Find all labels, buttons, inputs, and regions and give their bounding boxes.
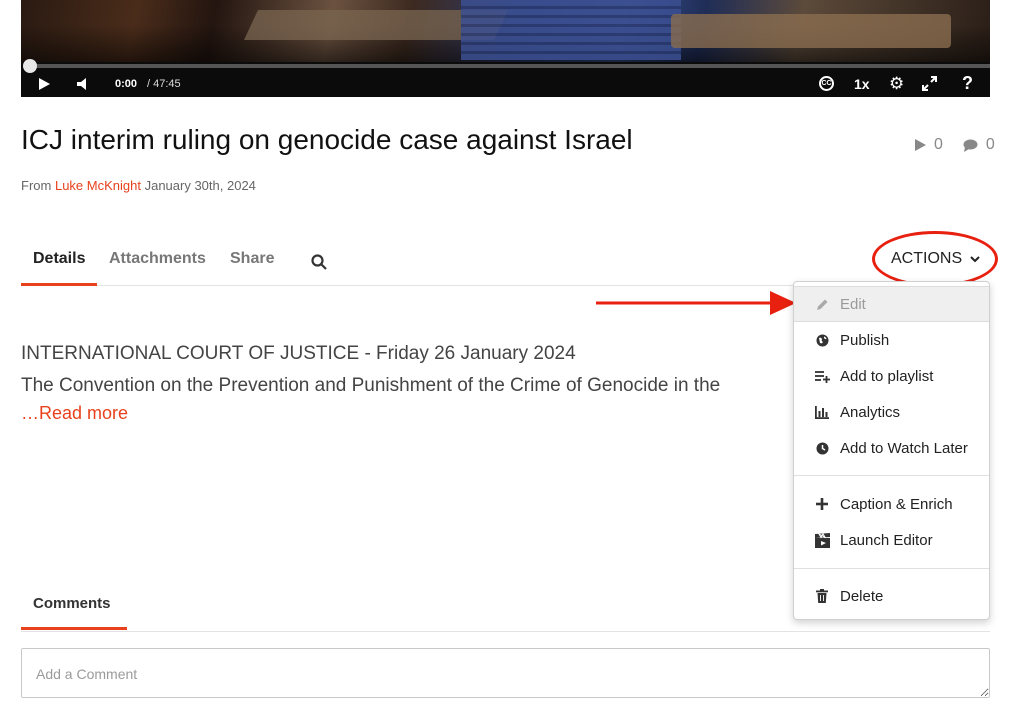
byline: From Luke McKnight January 30th, 2024	[21, 178, 256, 193]
play-icon	[39, 77, 50, 90]
bar-chart-icon	[814, 405, 830, 419]
plus-icon	[814, 498, 830, 510]
menu-item-label: Caption & Enrich	[840, 495, 953, 513]
comments-stat: 0	[963, 136, 995, 154]
search-icon	[311, 254, 327, 270]
menu-item-add-to-playlist[interactable]: Add to playlist	[794, 358, 989, 394]
video-scene-table	[671, 14, 951, 48]
playback-speed-button[interactable]: 1x	[854, 70, 870, 97]
media-title: ICJ interim ruling on genocide case agai…	[21, 124, 633, 155]
annotation-circle	[872, 231, 998, 287]
play-button[interactable]	[37, 70, 53, 97]
closed-captions-icon: CC	[819, 76, 834, 91]
fullscreen-icon	[922, 76, 937, 91]
description-line-1: INTERNATIONAL COURT OF JUSTICE - Friday …	[21, 343, 576, 364]
gear-icon: ⚙	[889, 73, 905, 93]
description-line-2: The Convention on the Prevention and Pun…	[21, 375, 721, 396]
media-tabs: Details Attachments Share	[21, 240, 990, 286]
video-scene-steps	[461, 0, 681, 60]
captions-button[interactable]: CC	[819, 70, 834, 97]
globe-icon	[814, 334, 830, 347]
tab-share[interactable]: Share	[230, 250, 274, 268]
media-description: INTERNATIONAL COURT OF JUSTICE - Friday …	[21, 338, 793, 402]
tab-attachments[interactable]: Attachments	[109, 250, 206, 268]
comments-tabs: Comments	[21, 584, 990, 632]
progress-bar[interactable]	[29, 64, 990, 68]
playlist-add-icon	[814, 370, 830, 383]
menu-item-caption-enrich[interactable]: Caption & Enrich	[794, 486, 989, 522]
tab-comments[interactable]: Comments	[33, 595, 111, 612]
volume-button[interactable]	[77, 70, 93, 97]
menu-item-label: Publish	[840, 331, 890, 349]
menu-item-label: Launch Editor	[840, 531, 933, 549]
from-label: From	[21, 178, 52, 193]
clapperboard-icon	[814, 532, 830, 548]
fullscreen-button[interactable]	[922, 70, 937, 97]
media-stats: 0 0	[914, 136, 995, 154]
read-more-link[interactable]: …Read more	[21, 403, 128, 424]
comment-icon	[963, 139, 978, 152]
menu-item-label: Add to playlist	[840, 367, 934, 385]
menu-item-analytics[interactable]: Analytics	[794, 394, 989, 430]
plays-count: 0	[934, 136, 943, 153]
help-icon: ?	[962, 73, 973, 93]
current-time: 0:00	[115, 77, 138, 90]
menu-divider	[794, 475, 989, 476]
total-time: / 47:45	[147, 77, 181, 90]
video-frame[interactable]	[21, 0, 990, 62]
clock-icon	[814, 442, 830, 455]
comments-count: 0	[985, 136, 995, 153]
active-tab-indicator	[21, 627, 127, 630]
comment-input[interactable]	[21, 648, 990, 698]
play-count-icon	[915, 139, 926, 151]
menu-item-launch-editor[interactable]: Launch Editor	[794, 522, 989, 558]
pencil-icon	[814, 298, 830, 311]
search-button[interactable]	[311, 254, 327, 275]
menu-item-edit[interactable]: Edit	[794, 286, 989, 322]
menu-item-label: Analytics	[840, 403, 901, 421]
video-player[interactable]: 0:00 / 47:45 CC 1x ⚙ ?	[21, 0, 990, 97]
player-controls: 0:00 / 47:45 CC 1x ⚙ ?	[21, 70, 990, 97]
help-button[interactable]: ?	[962, 70, 973, 97]
author-link[interactable]: Luke McKnight	[55, 178, 141, 193]
publish-date: January 30th, 2024	[144, 178, 256, 193]
menu-item-label: Add to Watch Later	[840, 439, 968, 457]
plays-stat: 0	[914, 136, 943, 154]
actions-menu: Edit Publish Add to playlist Analytics A…	[793, 281, 990, 620]
menu-item-add-to-watch-later[interactable]: Add to Watch Later	[794, 430, 989, 466]
settings-button[interactable]: ⚙	[889, 70, 904, 97]
annotation-arrow	[596, 291, 796, 315]
menu-divider	[794, 568, 989, 569]
volume-icon	[77, 77, 86, 90]
tab-details[interactable]: Details	[33, 250, 85, 268]
menu-item-label: Edit	[840, 295, 866, 313]
active-tab-indicator	[21, 283, 97, 286]
menu-item-publish[interactable]: Publish	[794, 322, 989, 358]
